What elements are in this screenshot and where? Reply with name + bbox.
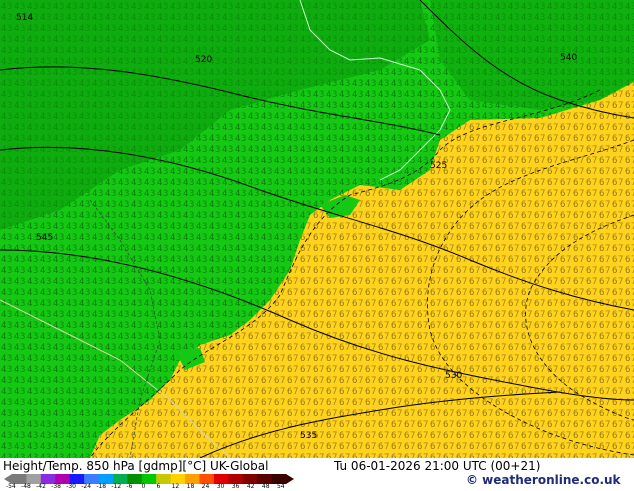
scale-label: -18 — [96, 483, 107, 490]
contour-label: 545 — [36, 233, 53, 243]
scale-label: -48 — [21, 483, 31, 490]
map-canvas: 4 3 6 7 — [0, 0, 634, 458]
contour-label: 514 — [16, 13, 33, 23]
scale-label: -6 — [126, 483, 133, 490]
site-credit[interactable]: © weatheronline.co.uk — [466, 473, 621, 487]
scale-label: 36 — [231, 483, 240, 490]
scale-label: 6 — [156, 483, 161, 490]
scale-label: -12 — [111, 483, 122, 490]
forecast-datetime: Tu 06-01-2026 21:00 UTC (00+21) — [334, 459, 541, 473]
scale-label: 18 — [186, 483, 195, 490]
weather-map: 4 3 6 7 — [0, 0, 634, 458]
contour-label: 520 — [195, 55, 212, 65]
scale-label: 48 — [261, 483, 270, 490]
contour-label: 540 — [560, 53, 577, 63]
scale-label: 30 — [216, 483, 225, 490]
contour-label: 535 — [300, 431, 317, 441]
scale-label: 0 — [141, 483, 146, 490]
scale-label: 24 — [201, 483, 210, 490]
contour-label: 525 — [430, 161, 447, 171]
map-title: Height/Temp. 850 hPa [gdmp][°C] UK-Globa… — [3, 459, 269, 473]
contour-label: 530 — [445, 371, 462, 381]
scale-label: 12 — [171, 483, 180, 490]
scale-label: -24 — [81, 483, 92, 490]
scale-label: 54 — [276, 483, 285, 490]
map-footer: Height/Temp. 850 hPa [gdmp][°C] UK-Globa… — [0, 458, 634, 490]
scale-label: -38 — [51, 483, 61, 490]
scale-label: -54 — [6, 483, 16, 490]
scale-label: -42 — [36, 483, 46, 490]
scale-label: 42 — [246, 483, 255, 490]
scale-label: -30 — [66, 483, 77, 490]
